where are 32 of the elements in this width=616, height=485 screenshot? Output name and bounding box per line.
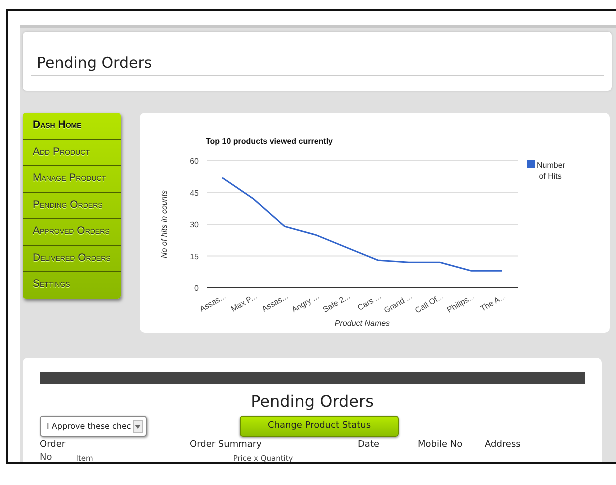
y-tick-label: 0 (194, 284, 199, 293)
column-header: Order (40, 439, 66, 451)
column-header: No (40, 452, 52, 462)
sidebar-item[interactable]: Delivered Orders (23, 246, 121, 272)
x-tick-label: Max P... (230, 292, 259, 314)
page-title: Pending Orders (36, 53, 154, 74)
x-tick-label: The A... (479, 292, 508, 314)
sidebar-item[interactable]: Add Product (23, 140, 121, 166)
y-tick-label: 60 (190, 157, 199, 166)
sidebar-item[interactable]: Manage Product (23, 166, 121, 192)
column-header: Address (485, 439, 521, 451)
sidebar-item[interactable]: Pending Orders (23, 192, 121, 219)
y-axis-title: No of hits in counts (160, 190, 169, 259)
approve-dropdown[interactable]: I Approve these chec (40, 416, 147, 437)
x-axis-title: Product Names (334, 319, 390, 328)
x-tick-label: Safe 2... (322, 292, 352, 315)
caret-icon (135, 424, 141, 428)
y-tick-label: 30 (190, 220, 199, 230)
section-title: Pending Orders (250, 391, 375, 413)
x-tick-label: Cars ... (356, 292, 384, 313)
x-tick-label: Call Of... (414, 292, 446, 316)
sidebar-item[interactable]: Settings (23, 272, 121, 298)
chart-title: Top 10 products viewed currently (206, 137, 333, 146)
legend-label: Number of Hits (537, 161, 566, 181)
sidebar-item[interactable]: Approved Orders (23, 219, 121, 246)
y-tick-label: 45 (190, 188, 199, 198)
column-header: Date (358, 439, 380, 451)
sidebar-item[interactable]: Dash Home (23, 113, 121, 140)
column-header: Mobile No (418, 439, 463, 451)
y-tick-label: 15 (190, 252, 199, 262)
change-status-button[interactable]: Change Product Status (240, 416, 399, 437)
column-header: Order Summary (190, 439, 262, 451)
